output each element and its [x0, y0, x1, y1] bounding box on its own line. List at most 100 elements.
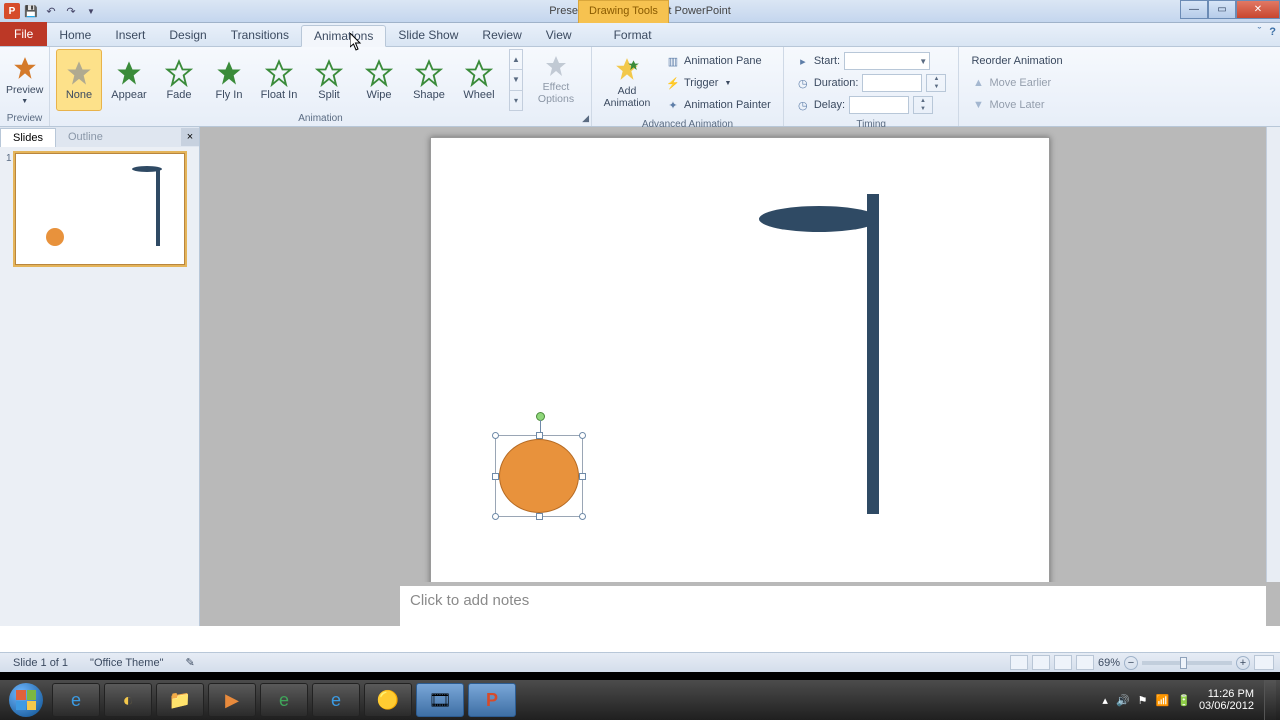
close-button[interactable]: ✕: [1236, 0, 1280, 19]
resize-handle[interactable]: [492, 473, 499, 480]
maximize-button[interactable]: ▭: [1208, 0, 1236, 19]
tab-insert[interactable]: Insert: [103, 24, 157, 46]
tray-expand-icon[interactable]: ▴: [1102, 694, 1108, 707]
delay-field[interactable]: [849, 96, 909, 114]
anim-wipe[interactable]: Wipe: [356, 49, 402, 111]
dialog-launcher-icon[interactable]: ◢: [582, 113, 589, 124]
resize-handle[interactable]: [579, 432, 586, 439]
vertical-scrollbar[interactable]: [1266, 127, 1280, 582]
move-later-button[interactable]: ▼Move Later: [971, 95, 1062, 115]
tab-design[interactable]: Design: [157, 24, 218, 46]
taskbar-ie[interactable]: e: [52, 683, 100, 717]
star-icon: [165, 59, 193, 87]
slide-thumbnail[interactable]: [15, 153, 185, 265]
gallery-down-icon[interactable]: ▼: [510, 70, 522, 90]
normal-view-button[interactable]: [1010, 655, 1028, 670]
tab-slideshow[interactable]: Slide Show: [386, 24, 470, 46]
qat-dropdown-icon[interactable]: ▼: [82, 2, 100, 20]
anim-split[interactable]: Split: [306, 49, 352, 111]
slideshow-view-button[interactable]: [1076, 655, 1094, 670]
anim-flyin[interactable]: Fly In: [206, 49, 252, 111]
minimize-button[interactable]: —: [1180, 0, 1208, 19]
resize-handle[interactable]: [579, 473, 586, 480]
spellcheck-icon[interactable]: ✎: [178, 654, 201, 671]
qat-undo-icon[interactable]: ↶: [42, 2, 60, 20]
start-button[interactable]: [4, 682, 48, 718]
ball-shape[interactable]: [499, 439, 579, 513]
move-earlier-button[interactable]: ▲Move Earlier: [971, 73, 1062, 93]
slides-tab[interactable]: Slides: [0, 128, 56, 147]
arrow-up-icon: ▲: [971, 76, 985, 90]
taskbar-chrome[interactable]: 🟡: [364, 683, 412, 717]
anim-fade[interactable]: Fade: [156, 49, 202, 111]
resize-handle[interactable]: [536, 513, 543, 520]
gallery-more-icon[interactable]: ▾: [510, 91, 522, 110]
reorder-label: Reorder Animation: [971, 51, 1062, 71]
slide-canvas[interactable]: [430, 137, 1050, 607]
outline-tab[interactable]: Outline: [56, 128, 115, 146]
tray-flag-icon[interactable]: ⚑: [1138, 694, 1148, 707]
delay-spin[interactable]: ▲▼: [913, 96, 933, 114]
resize-handle[interactable]: [492, 513, 499, 520]
taskbar-moviemaker[interactable]: 🎞: [416, 683, 464, 717]
pole-shape[interactable]: [867, 194, 879, 514]
tab-view[interactable]: View: [534, 24, 584, 46]
trigger-button[interactable]: ⚡Trigger▼: [666, 73, 771, 93]
tab-format[interactable]: Format: [602, 24, 664, 46]
close-pane-button[interactable]: ×: [181, 128, 199, 146]
tray-network-icon[interactable]: 📶: [1156, 694, 1170, 707]
effect-options-button[interactable]: Effect Options: [527, 49, 585, 111]
fit-slide-button[interactable]: [1254, 655, 1274, 670]
preview-star-icon: [12, 55, 38, 84]
taskbar-explorer[interactable]: 📁: [156, 683, 204, 717]
tab-home[interactable]: Home: [47, 24, 103, 46]
add-animation-button[interactable]: Add Animation: [598, 52, 656, 114]
qat-redo-icon[interactable]: ↷: [62, 2, 80, 20]
duration-field[interactable]: [862, 74, 922, 92]
selection-box[interactable]: [495, 435, 583, 517]
gallery-scroll[interactable]: ▲ ▼ ▾: [509, 49, 523, 111]
zoom-out-button[interactable]: −: [1124, 656, 1138, 670]
taskbar-app[interactable]: ◐: [104, 683, 152, 717]
reading-view-button[interactable]: [1054, 655, 1072, 670]
play-icon: ▸: [796, 54, 810, 68]
start-combo[interactable]: ▼: [844, 52, 930, 70]
tray-battery-icon[interactable]: 🔋: [1177, 694, 1191, 707]
show-desktop-button[interactable]: [1264, 680, 1276, 720]
tray-volume-icon[interactable]: 🔊: [1116, 694, 1130, 707]
sorter-view-button[interactable]: [1032, 655, 1050, 670]
help-icon[interactable]: ?: [1269, 26, 1276, 38]
duration-spin[interactable]: ▲▼: [926, 74, 946, 92]
hoop-shape[interactable]: [759, 206, 879, 232]
effect-options-icon: [544, 54, 568, 81]
taskbar-powerpoint[interactable]: P: [468, 683, 516, 717]
resize-handle[interactable]: [536, 432, 543, 439]
tray-clock[interactable]: 11:26 PM 03/06/2012: [1199, 688, 1254, 712]
taskbar-app2[interactable]: e: [260, 683, 308, 717]
minimize-ribbon-icon[interactable]: ˇ: [1258, 26, 1262, 38]
tab-file[interactable]: File: [0, 22, 47, 46]
zoom-in-button[interactable]: +: [1236, 656, 1250, 670]
slide-editor[interactable]: Click to add notes: [200, 127, 1280, 626]
app-icon: P: [4, 3, 20, 19]
anim-shape[interactable]: Shape: [406, 49, 452, 111]
anim-floatin[interactable]: Float In: [256, 49, 302, 111]
resize-handle[interactable]: [579, 513, 586, 520]
tab-animations[interactable]: Animations: [301, 25, 386, 47]
resize-handle[interactable]: [492, 432, 499, 439]
anim-none[interactable]: None: [56, 49, 102, 111]
zoom-slider[interactable]: [1142, 661, 1232, 665]
tab-transitions[interactable]: Transitions: [219, 24, 301, 46]
qat-save-icon[interactable]: 💾: [22, 2, 40, 20]
anim-appear[interactable]: Appear: [106, 49, 152, 111]
preview-button[interactable]: Preview ▼: [6, 49, 43, 111]
gallery-up-icon[interactable]: ▲: [510, 50, 522, 70]
tab-review[interactable]: Review: [470, 24, 533, 46]
animation-painter-button[interactable]: ✦Animation Painter: [666, 95, 771, 115]
taskbar-wmp[interactable]: ▶: [208, 683, 256, 717]
animation-pane-button[interactable]: ▥Animation Pane: [666, 51, 771, 71]
notes-pane[interactable]: Click to add notes: [400, 582, 1266, 626]
arrow-down-icon: ▼: [971, 98, 985, 112]
taskbar-ie2[interactable]: e: [312, 683, 360, 717]
anim-wheel[interactable]: Wheel: [456, 49, 502, 111]
